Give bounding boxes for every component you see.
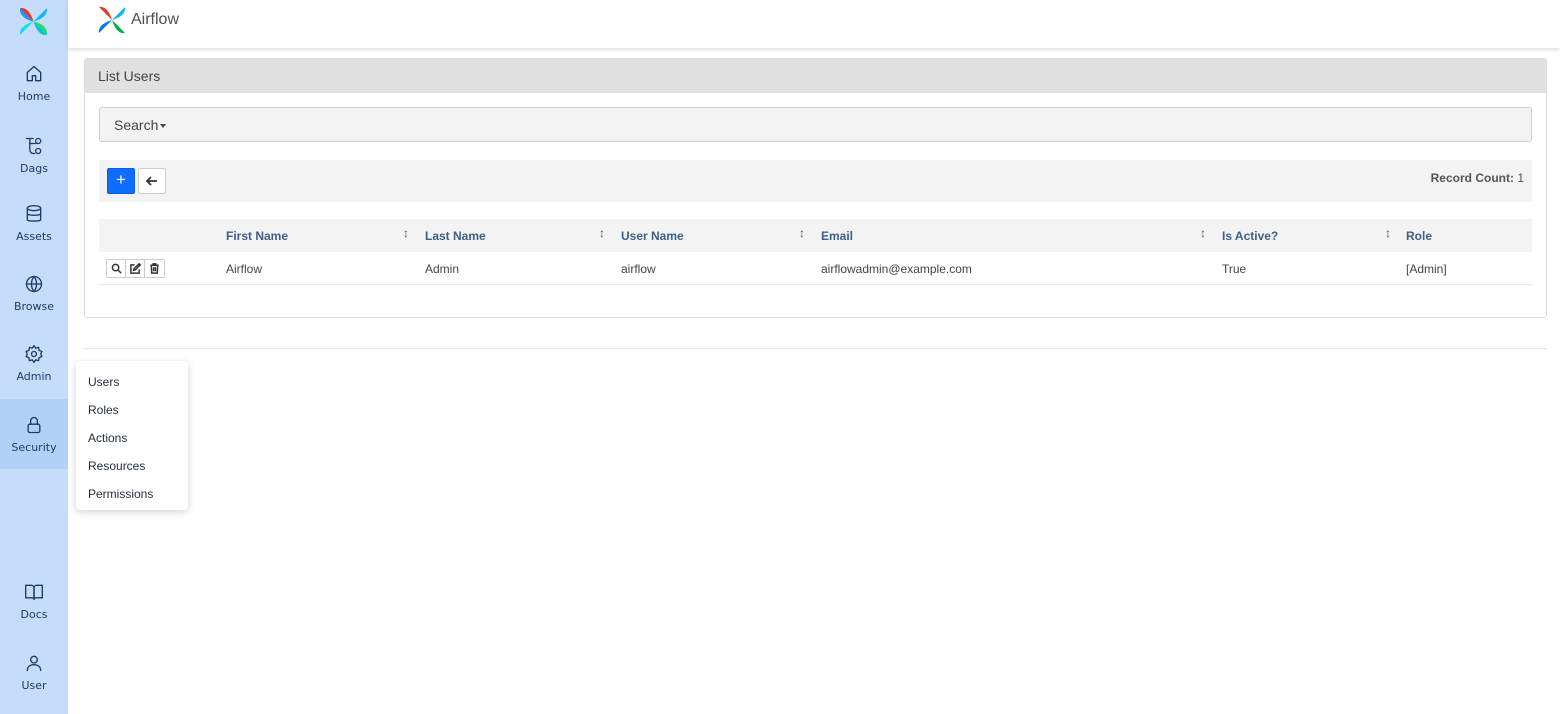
- table-header: First Name ↕ Last Name ↕ User Name ↕ Ema…: [99, 219, 1532, 252]
- sidebar-item-label: Dags: [20, 161, 48, 175]
- add-user-button[interactable]: +: [107, 168, 135, 194]
- sidebar-item-assets[interactable]: Assets: [0, 188, 68, 258]
- sidebar-item-label: Home: [17, 89, 51, 103]
- sidebar-item-user[interactable]: User: [0, 637, 68, 707]
- cell-email: airflowadmin@example.com: [821, 262, 972, 276]
- search-dropdown-button[interactable]: Search: [99, 107, 1532, 142]
- panel-title: List Users: [85, 59, 1546, 93]
- record-count-value: 1: [1517, 171, 1524, 185]
- sidebar-item-home[interactable]: Home: [0, 48, 68, 118]
- sidebar-item-browse[interactable]: Browse: [0, 258, 68, 328]
- sidebar-item-label: Assets: [16, 229, 52, 243]
- column-header-user-name[interactable]: User Name: [621, 229, 684, 243]
- arrow-left-icon: [145, 176, 157, 186]
- back-button[interactable]: [138, 168, 166, 194]
- record-count: Record Count: 1: [1431, 171, 1524, 185]
- top-navbar: Airflow: [68, 0, 1560, 48]
- edit-icon: [129, 263, 141, 274]
- trash-icon: [150, 263, 159, 274]
- airflow-logo-icon[interactable]: [96, 4, 128, 36]
- sidebar-item-label: User: [21, 678, 47, 692]
- lock-icon: [27, 416, 41, 433]
- user-icon: [26, 655, 42, 671]
- book-icon: [25, 584, 43, 600]
- column-header-role[interactable]: Role: [1406, 229, 1432, 243]
- sidebar-item-admin[interactable]: Admin: [0, 328, 68, 398]
- globe-icon: [25, 275, 43, 292]
- column-header-email[interactable]: Email: [821, 229, 853, 243]
- home-icon: [26, 65, 42, 81]
- cell-first-name: Airflow: [226, 262, 263, 276]
- cell-user-name: airflow: [621, 262, 656, 276]
- column-header-last-name[interactable]: Last Name: [425, 229, 486, 243]
- menu-item-actions[interactable]: Actions: [76, 424, 188, 452]
- cell-role: [Admin]: [1406, 262, 1447, 276]
- sort-icon[interactable]: ↕: [599, 226, 605, 240]
- sort-icon[interactable]: ↕: [1385, 226, 1391, 240]
- database-icon: [26, 204, 42, 222]
- sidebar-item-label: Security: [11, 440, 57, 454]
- cell-last-name: Admin: [425, 262, 460, 276]
- menu-item-users[interactable]: Users: [76, 368, 188, 396]
- cell-is-active: True: [1222, 262, 1247, 276]
- sidebar-item-dags[interactable]: Dags: [0, 120, 68, 190]
- row-actions: [106, 259, 165, 278]
- gear-icon: [25, 344, 43, 363]
- show-record-button[interactable]: [107, 260, 126, 277]
- sidebar-nav: Home Dags Assets Browse Admin Security D…: [0, 0, 68, 714]
- sidebar-item-label: Admin: [16, 369, 52, 383]
- delete-record-button[interactable]: [145, 260, 164, 277]
- sidebar-item-label: Browse: [13, 299, 55, 313]
- caret-down-icon: [160, 124, 167, 129]
- search-icon: [111, 263, 122, 274]
- airflow-logo-icon[interactable]: [17, 5, 50, 38]
- footer-divider: [84, 348, 1547, 349]
- table-row: Airflow Admin airflow airflowadmin@examp…: [99, 252, 1532, 285]
- sidebar-item-security[interactable]: Security: [0, 399, 68, 469]
- edit-record-button[interactable]: [126, 260, 145, 277]
- sort-icon[interactable]: ↕: [1200, 226, 1206, 240]
- menu-item-resources[interactable]: Resources: [76, 452, 188, 480]
- search-label: Search: [114, 117, 159, 133]
- sort-icon[interactable]: ↕: [799, 226, 805, 240]
- sort-icon[interactable]: ↕: [403, 226, 409, 240]
- column-header-first-name[interactable]: First Name: [226, 229, 288, 243]
- app-title[interactable]: Airflow: [131, 11, 179, 29]
- sidebar-item-label: Docs: [20, 607, 48, 621]
- users-table: First Name ↕ Last Name ↕ User Name ↕ Ema…: [99, 219, 1532, 285]
- list-users-panel: List Users Search + Record Count: 1 Firs…: [84, 58, 1547, 318]
- sidebar-item-docs[interactable]: Docs: [0, 566, 68, 636]
- record-count-label: Record Count:: [1430, 171, 1514, 185]
- column-header-is-active[interactable]: Is Active?: [1222, 229, 1278, 243]
- menu-item-permissions[interactable]: Permissions: [76, 480, 188, 508]
- action-bar: + Record Count: 1: [99, 160, 1532, 202]
- security-menu: Users Roles Actions Resources Permission…: [76, 361, 188, 510]
- dags-icon: [25, 137, 42, 154]
- menu-item-roles[interactable]: Roles: [76, 396, 188, 424]
